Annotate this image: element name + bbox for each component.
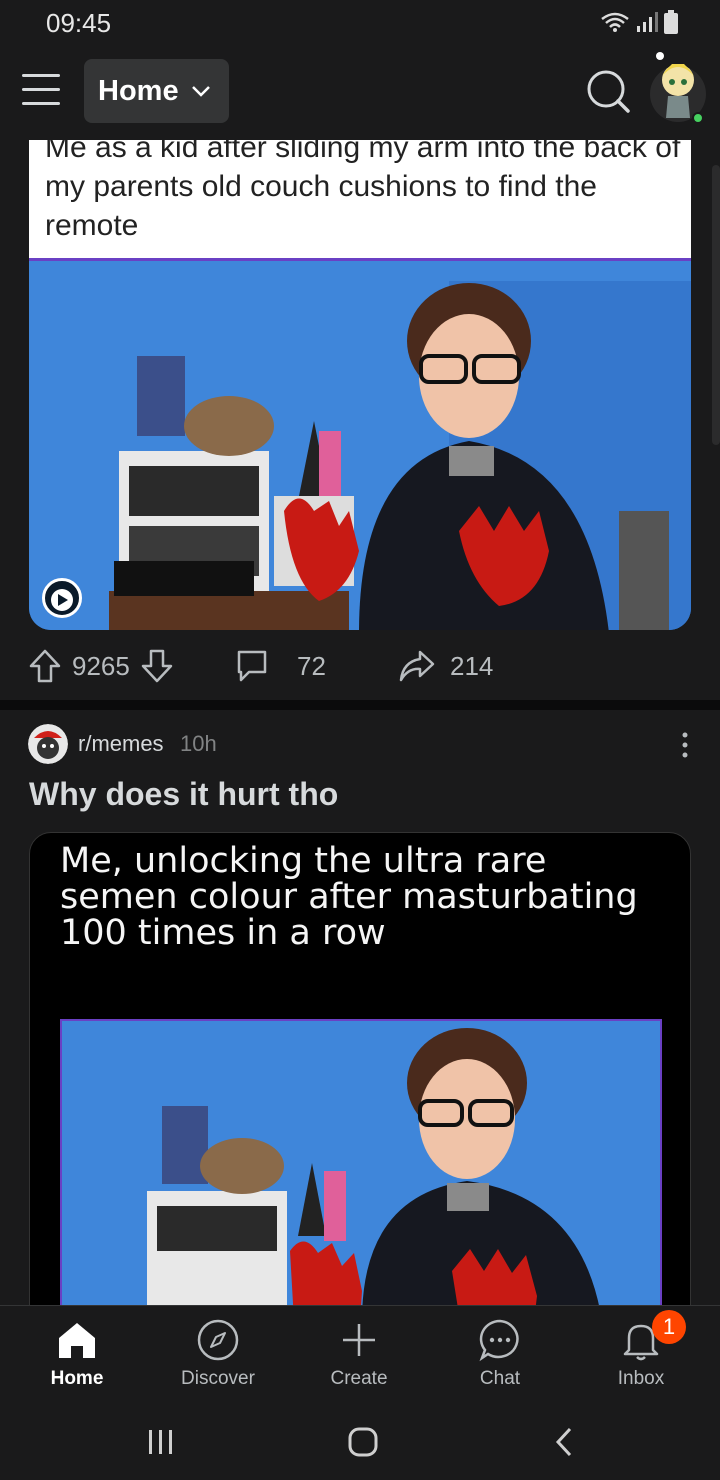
back-icon[interactable] bbox=[552, 1425, 576, 1459]
post-media-image[interactable]: Me, unlocking the ultra rare semen colou… bbox=[29, 832, 691, 1312]
meme-image bbox=[60, 1019, 662, 1311]
nav-create-label: Create bbox=[330, 1368, 388, 1389]
nav-discover-label: Discover bbox=[181, 1368, 255, 1389]
system-navigation-bar bbox=[0, 1405, 720, 1480]
meme-caption-text: Me, unlocking the ultra rare semen colou… bbox=[60, 841, 638, 953]
home-icon bbox=[59, 1323, 95, 1358]
share-count: 214 bbox=[450, 650, 494, 681]
share-button[interactable]: 214 bbox=[398, 648, 493, 684]
post-title[interactable]: Why does it hurt tho bbox=[29, 776, 338, 813]
subreddit-name[interactable]: r/memes bbox=[78, 731, 164, 757]
online-status-dot bbox=[692, 112, 704, 124]
nav-discover[interactable]: Discover bbox=[158, 1306, 278, 1406]
nav-create[interactable]: Create bbox=[299, 1306, 419, 1406]
plus-icon bbox=[343, 1324, 375, 1356]
inbox-notification-badge: 1 bbox=[652, 1310, 686, 1344]
compass-icon bbox=[197, 1319, 239, 1361]
comment-icon bbox=[237, 650, 267, 682]
status-bar: 09:45 bbox=[0, 0, 720, 44]
home-system-icon[interactable] bbox=[346, 1425, 380, 1459]
post-age: 10h bbox=[180, 731, 217, 756]
recent-apps-icon[interactable] bbox=[146, 1427, 176, 1457]
nav-chat-label: Chat bbox=[479, 1368, 521, 1389]
upvote-icon[interactable] bbox=[28, 648, 62, 684]
user-avatar[interactable] bbox=[648, 52, 708, 124]
search-icon[interactable] bbox=[585, 68, 631, 114]
share-icon bbox=[399, 650, 435, 682]
video-play-icon[interactable] bbox=[42, 578, 82, 618]
bottom-navigation: Home Discover Create Chat Inbox bbox=[0, 1305, 720, 1405]
nav-inbox-label: Inbox bbox=[617, 1368, 665, 1389]
more-options-icon[interactable] bbox=[676, 730, 694, 760]
scrollbar[interactable] bbox=[712, 165, 720, 445]
feed-selector-label: Home bbox=[98, 74, 179, 107]
post-media-video[interactable] bbox=[29, 258, 691, 630]
nav-home-label: Home bbox=[50, 1368, 104, 1389]
clock: 09:45 bbox=[46, 8, 112, 38]
downvote-icon[interactable] bbox=[140, 648, 174, 684]
vote-group: 9265 bbox=[28, 648, 174, 684]
battery-icon bbox=[664, 10, 678, 34]
chat-icon bbox=[479, 1319, 519, 1362]
status-icons bbox=[600, 10, 678, 34]
avatar-image bbox=[650, 52, 706, 124]
video-frame bbox=[29, 261, 691, 630]
post-actions-bar: 9265 72 214 bbox=[0, 640, 720, 696]
top-app-bar: Home bbox=[0, 44, 720, 140]
feed-selector-dropdown[interactable]: Home bbox=[84, 59, 229, 123]
wifi-icon bbox=[601, 12, 629, 32]
nav-home[interactable]: Home bbox=[17, 1306, 137, 1406]
subreddit-avatar[interactable] bbox=[28, 724, 68, 764]
nav-chat[interactable]: Chat bbox=[440, 1306, 560, 1406]
menu-icon[interactable] bbox=[22, 74, 62, 108]
post-card[interactable]: Me as a kid after sliding my arm into th… bbox=[0, 140, 720, 700]
chevron-down-icon bbox=[191, 86, 210, 97]
vote-count: 9265 bbox=[72, 650, 130, 681]
meme-caption-panel: Me as a kid after sliding my arm into th… bbox=[29, 140, 691, 258]
meme-caption-text: Me as a kid after sliding my arm into th… bbox=[45, 140, 681, 242]
comments-button[interactable]: 72 bbox=[235, 648, 326, 684]
signal-icon bbox=[637, 12, 658, 32]
post-card[interactable]: r/memes 10h Why does it hurt tho Me, unl… bbox=[0, 710, 720, 1312]
post-divider bbox=[0, 700, 720, 710]
comment-count: 72 bbox=[297, 650, 326, 681]
